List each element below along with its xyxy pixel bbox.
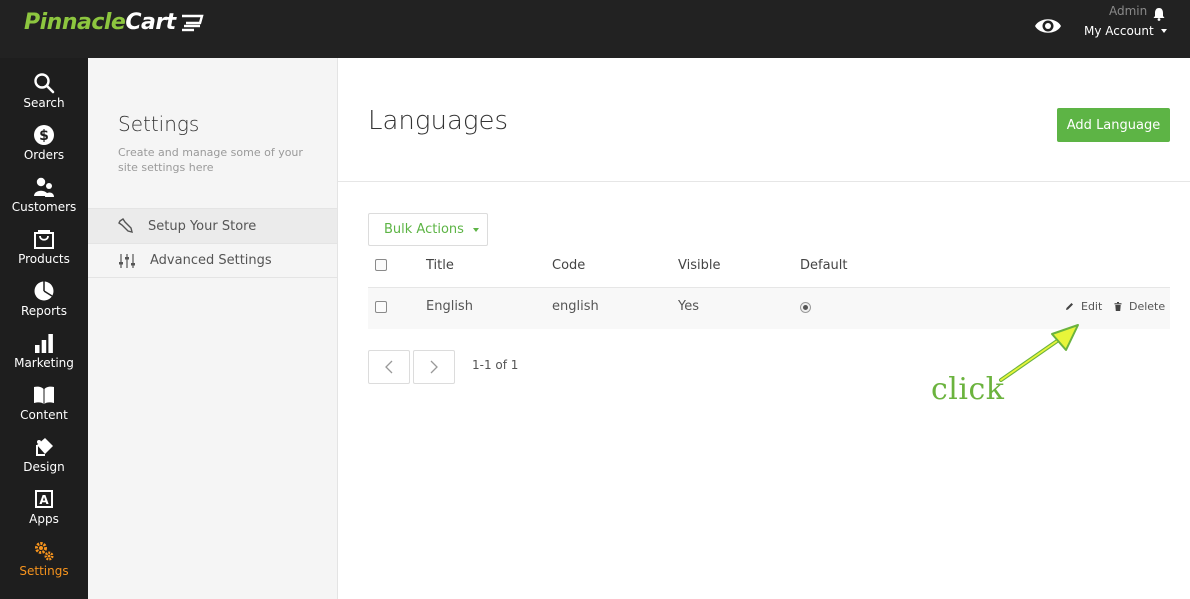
cart-logo-icon (181, 14, 204, 31)
bulk-actions-label: Bulk Actions (384, 222, 464, 237)
default-radio[interactable] (800, 302, 811, 313)
column-header-visible[interactable]: Visible (678, 258, 720, 273)
row-code: english (552, 299, 599, 314)
nav-settings[interactable]: Settings (0, 526, 88, 578)
nav-settings-label: Settings (19, 564, 69, 578)
eye-icon[interactable] (1034, 15, 1062, 37)
prev-page-button[interactable] (368, 350, 410, 384)
setup-your-store-link[interactable]: Setup Your Store (88, 208, 337, 243)
top-bar: PinnacleCart Admin My Account (0, 0, 1190, 58)
book-icon (34, 386, 54, 404)
admin-label: Admin (1109, 4, 1148, 18)
search-icon (34, 73, 55, 94)
settings-subpanel: Settings Create and manage some of your … (88, 58, 338, 599)
svg-text:A: A (39, 493, 49, 507)
pie-chart-icon (34, 281, 54, 301)
nav-customers-label: Customers (11, 200, 77, 214)
nav-design-label: Design (23, 460, 65, 474)
chevron-down-icon (472, 227, 479, 232)
apps-icon: A (35, 490, 53, 508)
annotation-click-label: click (931, 372, 1005, 407)
page-title: Languages (368, 106, 509, 136)
dollar-circle-icon: $ (34, 125, 54, 145)
delete-label: Delete (1129, 300, 1166, 313)
advanced-settings-link[interactable]: Advanced Settings (88, 243, 337, 278)
nav-content-label: Content (20, 408, 68, 422)
nav-orders[interactable]: $ Orders (0, 110, 88, 162)
logo-text: PinnacleCart (24, 10, 176, 35)
row-visible: Yes (678, 299, 699, 314)
nav-reports-label: Reports (20, 304, 68, 318)
nav-marketing[interactable]: Marketing (0, 318, 88, 370)
column-header-code[interactable]: Code (552, 258, 585, 273)
advanced-settings-label: Advanced Settings (150, 253, 272, 268)
nav-marketing-label: Marketing (14, 356, 74, 370)
svg-text:$: $ (39, 128, 49, 144)
bulk-actions-dropdown[interactable]: Bulk Actions (368, 213, 488, 246)
nav-search-label: Search (23, 96, 65, 110)
chevron-down-icon (1160, 29, 1167, 33)
main-nav-rail: Search $ Orders Customers Products Repor… (0, 58, 88, 599)
wrench-icon (118, 218, 133, 233)
settings-title: Settings (118, 112, 200, 136)
nav-products[interactable]: Products (0, 214, 88, 266)
nav-products-label: Products (18, 252, 70, 266)
nav-apps[interactable]: A Apps (0, 474, 88, 526)
chevron-left-icon (385, 360, 393, 374)
main-content: Languages Add Language Bulk Actions Titl… (338, 58, 1190, 599)
edit-button[interactable]: Edit (1065, 300, 1102, 313)
column-header-default[interactable]: Default (800, 258, 848, 273)
nav-search[interactable]: Search (0, 58, 88, 110)
settings-description: Create and manage some of your site sett… (118, 146, 303, 174)
sliders-icon (119, 253, 135, 268)
logo-part-1: Pinnacle (24, 10, 126, 35)
nav-apps-label: Apps (29, 512, 59, 526)
paint-bucket-icon (36, 438, 53, 456)
my-account-label: My Account (1084, 24, 1154, 38)
chevron-right-icon (430, 360, 438, 374)
logo-part-2: Cart (125, 10, 176, 35)
delete-button[interactable]: Delete (1114, 300, 1165, 313)
bar-chart-icon (35, 334, 53, 353)
next-page-button[interactable] (413, 350, 455, 384)
nav-design[interactable]: Design (0, 422, 88, 474)
bell-icon[interactable] (1152, 7, 1166, 21)
bag-icon (34, 230, 54, 249)
nav-reports[interactable]: Reports (0, 266, 88, 318)
header-divider (338, 181, 1190, 182)
pagination-summary: 1-1 of 1 (472, 358, 519, 372)
column-header-title[interactable]: Title (426, 258, 454, 273)
edit-label: Edit (1081, 300, 1103, 313)
row-checkbox[interactable] (375, 301, 387, 313)
setup-your-store-label: Setup Your Store (148, 218, 257, 234)
row-title: English (426, 299, 473, 314)
annotation-arrow (999, 324, 1079, 382)
pinnaclecart-logo[interactable]: PinnacleCart (24, 10, 206, 35)
nav-content[interactable]: Content (0, 370, 88, 422)
gears-icon (35, 542, 54, 561)
users-icon (34, 177, 54, 197)
pencil-icon (1066, 303, 1073, 310)
nav-orders-label: Orders (23, 148, 65, 162)
select-all-checkbox[interactable] (375, 259, 387, 271)
trash-icon (1114, 302, 1122, 311)
my-account-menu[interactable]: My Account (1084, 24, 1167, 38)
nav-customers[interactable]: Customers (0, 162, 88, 214)
add-language-button[interactable]: Add Language (1057, 108, 1170, 142)
